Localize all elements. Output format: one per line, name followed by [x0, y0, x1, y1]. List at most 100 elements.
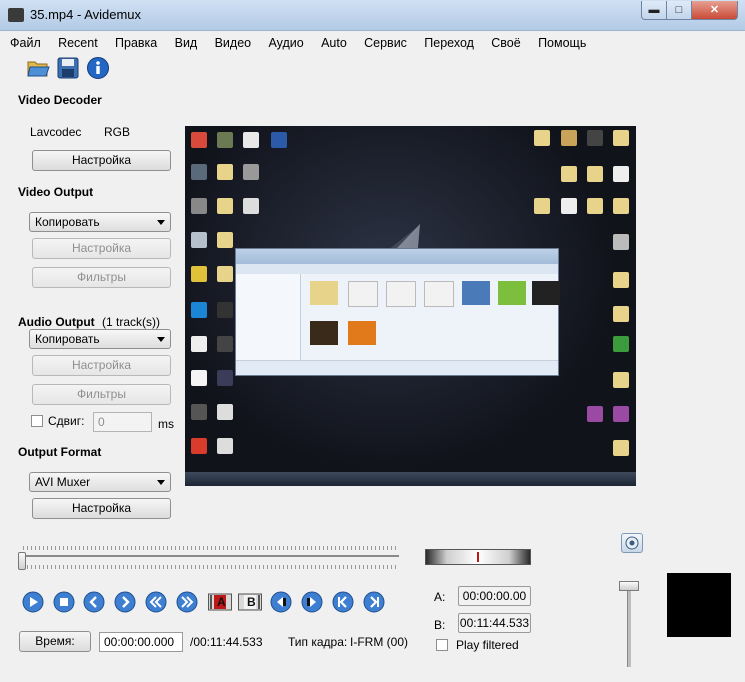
menu-custom[interactable]: Своё — [491, 32, 520, 54]
video-codec-select[interactable]: Копировать — [29, 212, 171, 232]
audio-level-meter — [667, 573, 731, 637]
goto-end-icon — [363, 591, 385, 613]
preview-thumbnail — [424, 281, 454, 307]
audio-codec-select[interactable]: Копировать — [29, 329, 171, 349]
menu-go[interactable]: Переход — [424, 32, 474, 54]
desktop-icon — [613, 406, 629, 422]
desktop-icon — [534, 130, 550, 146]
play-icon — [22, 591, 44, 613]
timeline-ticks-top — [23, 546, 399, 550]
audio-output-title: Audio Output (1 track(s)) — [18, 315, 160, 329]
video-filters-button[interactable]: Фильтры — [32, 267, 171, 288]
jog-shuttle-marker — [477, 552, 479, 562]
video-configure-button[interactable]: Настройка — [32, 238, 171, 259]
desktop-icon — [217, 232, 233, 248]
menu-audio[interactable]: Аудио — [268, 32, 303, 54]
next-frame-button[interactable] — [114, 591, 136, 613]
desktop-icon — [191, 438, 207, 454]
preview-explorer-status — [236, 360, 558, 375]
marker-b-time[interactable]: 00:11:44.533 — [458, 613, 531, 633]
jog-shuttle[interactable] — [425, 549, 531, 565]
desktop-icon — [191, 132, 207, 148]
speaker-button[interactable] — [621, 533, 643, 553]
decoder-colorspace-label: RGB — [104, 125, 131, 139]
volume-slider-track[interactable] — [627, 585, 631, 667]
set-marker-b-button[interactable]: B — [238, 591, 262, 613]
app-icon — [8, 8, 24, 22]
preview-thumbnail — [386, 281, 416, 307]
open-folder-icon[interactable] — [26, 56, 50, 80]
timeline-ticks-bottom — [23, 565, 399, 569]
desktop-icon — [587, 406, 603, 422]
set-marker-a-button[interactable]: A — [208, 591, 232, 613]
prev-keyframe-button[interactable] — [145, 591, 167, 613]
menu-tools[interactable]: Сервис — [364, 32, 407, 54]
menu-help[interactable]: Помощь — [538, 32, 586, 54]
info-icon[interactable] — [86, 56, 110, 80]
chevron-down-icon — [157, 480, 165, 485]
desktop-icon — [587, 198, 603, 214]
save-disk-icon[interactable] — [56, 56, 80, 80]
audio-configure-button[interactable]: Настройка — [32, 355, 171, 376]
preview-thumbnail — [498, 281, 526, 305]
goto-start-button[interactable] — [332, 591, 354, 613]
volume-slider-handle[interactable] — [619, 581, 639, 591]
audio-filters-button[interactable]: Фильтры — [32, 384, 171, 405]
next-keyframe-icon — [176, 591, 198, 613]
maximize-button[interactable]: □ — [666, 1, 692, 20]
menu-edit[interactable]: Правка — [115, 32, 157, 54]
marker-a-time[interactable]: 00:00:00.00 — [458, 586, 531, 606]
output-format-select[interactable]: AVI Muxer — [29, 472, 171, 492]
prev-black-frame-button[interactable] — [270, 591, 292, 613]
desktop-icon — [217, 370, 233, 386]
minimize-button[interactable]: ▬ — [641, 1, 667, 20]
stop-button[interactable] — [53, 591, 75, 613]
decoder-configure-button[interactable]: Настройка — [32, 150, 171, 171]
video-codec-value: Копировать — [35, 215, 100, 229]
title-bar[interactable]: 35.mp4 - Avidemux ▬ □ ✕ — [0, 0, 745, 31]
play-filtered-label: Play filtered — [456, 638, 519, 652]
audio-codec-value: Копировать — [35, 332, 100, 346]
marker-b-label: B: — [434, 618, 446, 632]
audio-shift-label: Сдвиг: — [48, 414, 85, 428]
timeline-handle[interactable] — [18, 552, 26, 570]
current-time-input[interactable]: 00:00:00.000 — [99, 632, 183, 652]
prev-frame-button[interactable] — [83, 591, 105, 613]
goto-end-button[interactable] — [363, 591, 385, 613]
desktop-icon — [217, 198, 233, 214]
menu-file[interactable]: Файл — [10, 32, 41, 54]
chevron-down-icon — [157, 220, 165, 225]
output-format-configure-button[interactable]: Настройка — [32, 498, 171, 519]
desktop-icon — [191, 302, 207, 318]
desktop-icon — [613, 198, 629, 214]
play-filtered-checkbox[interactable] — [436, 639, 448, 651]
desktop-icon — [613, 306, 629, 322]
close-button[interactable]: ✕ — [691, 1, 738, 20]
desktop-icon — [243, 164, 259, 180]
menu-video[interactable]: Видео — [215, 32, 252, 54]
desktop-icon — [217, 266, 233, 282]
desktop-icon — [243, 132, 259, 148]
menu-view[interactable]: Вид — [175, 32, 198, 54]
video-preview[interactable] — [185, 126, 636, 486]
next-keyframe-button[interactable] — [176, 591, 198, 613]
desktop-icon — [613, 166, 629, 182]
audio-shift-checkbox[interactable] — [31, 415, 43, 427]
audio-shift-input[interactable]: 0 — [93, 412, 152, 432]
total-duration: /00:11:44.533 — [190, 635, 263, 649]
next-black-frame-button[interactable] — [301, 591, 323, 613]
play-button[interactable] — [22, 591, 44, 613]
timeline-scrubber[interactable] — [23, 546, 399, 570]
desktop-icon — [271, 132, 287, 148]
next-black-frame-icon — [301, 591, 323, 613]
desktop-icon — [534, 198, 550, 214]
menu-recent[interactable]: Recent — [58, 32, 98, 54]
output-format-value: AVI Muxer — [35, 475, 91, 489]
next-frame-icon — [114, 591, 136, 613]
menu-auto[interactable]: Auto — [321, 32, 347, 54]
time-button[interactable]: Время: — [19, 631, 91, 652]
desktop-icon — [587, 130, 603, 146]
preview-explorer-window — [235, 248, 560, 376]
speaker-icon — [625, 536, 639, 550]
prev-frame-icon — [83, 591, 105, 613]
